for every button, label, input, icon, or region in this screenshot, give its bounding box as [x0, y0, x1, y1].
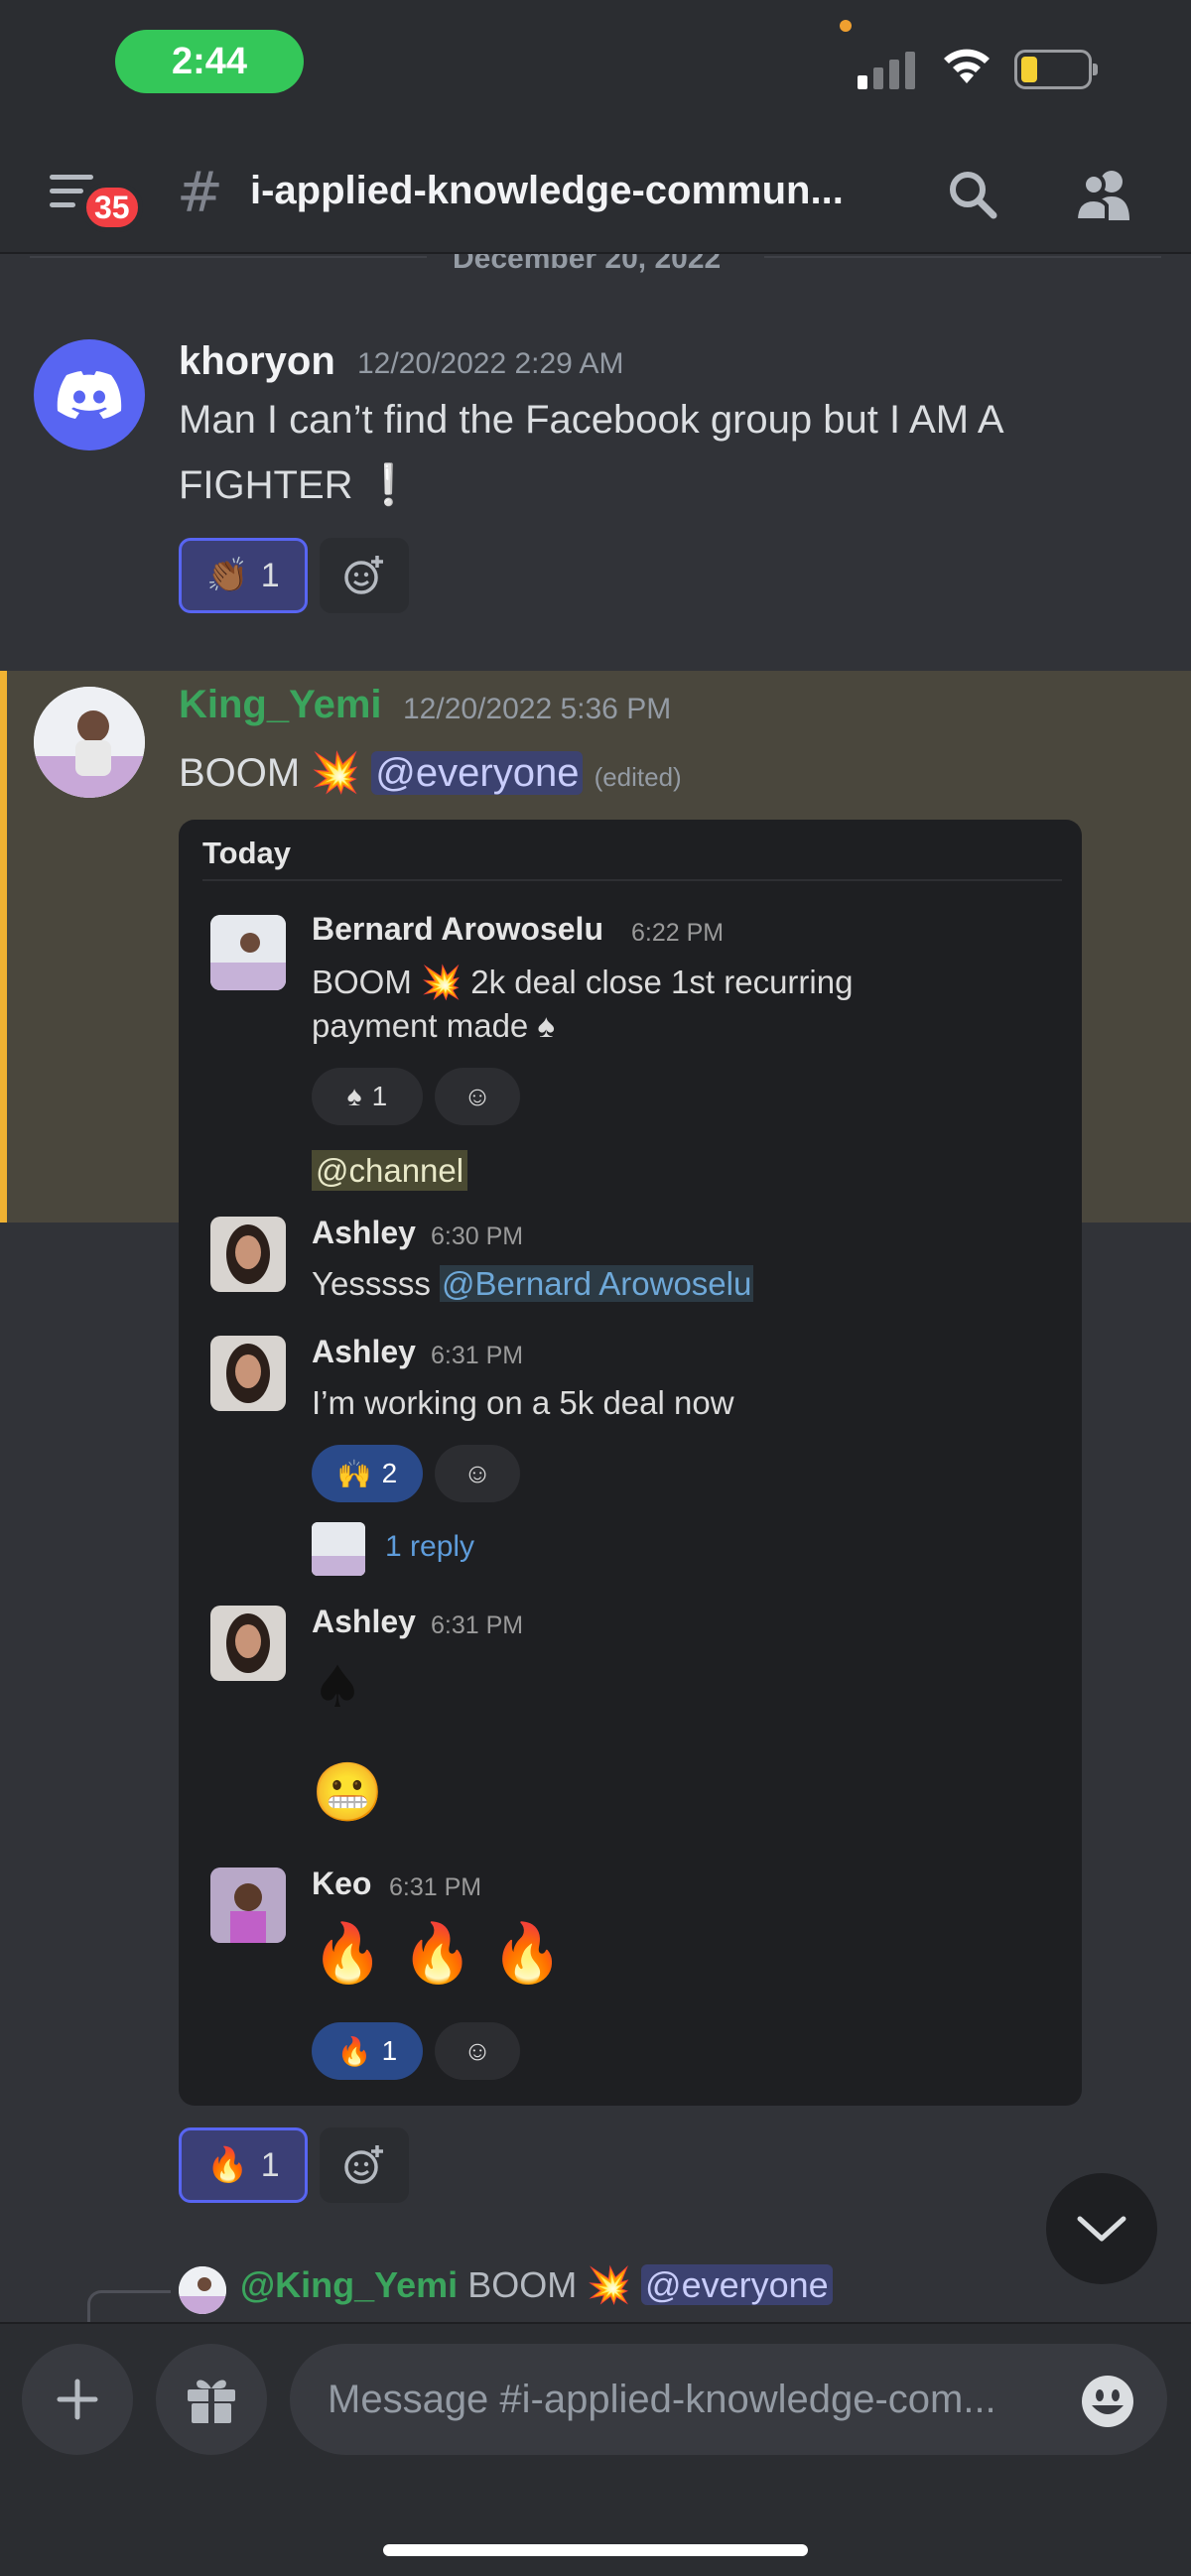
channel-header: 35 # i-applied-knowledge-commun... [0, 139, 1191, 254]
wifi-icon [944, 49, 990, 83]
embed-username: Ashley [312, 1604, 416, 1639]
embed-reaction-count: 1 [381, 2035, 398, 2066]
embed-username: Keo [312, 1866, 372, 1901]
embed-avatar [210, 1336, 286, 1411]
avatar[interactable] [34, 687, 145, 798]
message-text: BOOM 💥 @everyone (edited) [179, 740, 682, 810]
notification-badge: 35 [81, 183, 143, 232]
channel-title[interactable]: i-applied-knowledge-commun... [250, 169, 844, 213]
embed-username: Ashley [312, 1215, 416, 1250]
message-body: BOOM 💥 [179, 751, 361, 795]
plus-icon [57, 2379, 98, 2420]
embed-timestamp: 6:31 PM [431, 1611, 524, 1639]
user-photo [34, 687, 145, 798]
embed-divider [202, 879, 1062, 881]
embed-user-mention: @Bernard Arowoselu [440, 1265, 754, 1302]
embed-body: Yesssss [312, 1265, 431, 1302]
embed-reaction: ♠ 1 [312, 1068, 423, 1125]
attach-button[interactable] [22, 2344, 133, 2455]
embed-username: Bernard Arowoselu [312, 911, 603, 947]
embed-text: payment made ♠ [312, 1007, 555, 1044]
everyone-mention[interactable]: @everyone [371, 751, 584, 795]
reaction-clap[interactable]: 👏🏾 1 [179, 538, 308, 613]
members-icon[interactable] [1072, 167, 1135, 222]
embed-reply-avatar [312, 1522, 365, 1576]
clap-emoji-icon: 👏🏾 [206, 557, 249, 594]
embed-username: Ashley [312, 1334, 416, 1369]
embed-timestamp: 6:31 PM [389, 1873, 482, 1901]
add-reaction-button[interactable] [320, 538, 409, 613]
embed-avatar [210, 1868, 286, 1943]
reaction-fire[interactable]: 🔥 1 [179, 2127, 308, 2203]
channel-mention: @channel [312, 1150, 468, 1191]
date-divider: December 20, 2022 [0, 254, 1191, 278]
discord-logo-icon [57, 371, 122, 419]
message-text: Man I can’t find the Facebook group but … [179, 398, 1004, 442]
spade-emoji-icon: ♠ [312, 1653, 363, 1721]
fire-emoji-icon: 🔥 [206, 2146, 249, 2184]
embed-avatar [210, 1606, 286, 1681]
embed-reaction-count: 2 [381, 1458, 398, 1488]
embed-timestamp: 6:31 PM [431, 1342, 524, 1369]
message-timestamp: 12/20/2022 2:29 AM [357, 347, 624, 380]
add-reaction-icon [344, 2145, 383, 2184]
cellular-signal-icon [858, 48, 915, 89]
battery-icon [1014, 50, 1098, 89]
reply-text: BOOM 💥 [467, 2264, 632, 2305]
embed-add-reaction-icon: ☺ [435, 1445, 520, 1502]
edited-label: (edited) [594, 762, 682, 792]
reply-content: @King_Yemi BOOM 💥 @everyone [240, 2264, 833, 2306]
embed-reaction: 🔥 1 [312, 2022, 423, 2080]
status-bar: 2:44 [0, 0, 1191, 139]
grimace-emoji-icon: 😬 [312, 1758, 384, 1826]
embed-text: I’m working on a 5k deal now [312, 1384, 734, 1421]
embed-add-reaction-icon: ☺ [435, 1068, 520, 1125]
add-reaction-icon [344, 556, 383, 594]
embed-text: Yesssss @Bernard Arowoselu [312, 1262, 754, 1306]
embed-timestamp: 6:30 PM [431, 1223, 524, 1250]
chevron-down-icon [1077, 2216, 1126, 2242]
gift-icon [188, 2380, 235, 2423]
fire-emoji-icon: 🔥 [336, 2035, 372, 2067]
embed-date-header: Today [202, 836, 291, 870]
embed-reaction-count: 1 [371, 1081, 388, 1111]
message-composer [0, 2322, 1191, 2576]
hashtag-icon: # [177, 161, 223, 225]
message-text: FIGHTER ❕ [179, 463, 414, 507]
embed-avatar [210, 1217, 286, 1292]
spade-emoji-icon: ♠ [346, 1081, 362, 1111]
avatar[interactable] [34, 339, 145, 451]
raised-hands-emoji-icon: 🙌 [336, 1458, 372, 1489]
reaction-count: 1 [260, 2145, 280, 2184]
search-icon[interactable] [945, 167, 1000, 222]
message-username[interactable]: King_Yemi [179, 683, 382, 727]
reply-preview[interactable]: @King_Yemi BOOM 💥 @everyone [0, 2243, 1191, 2330]
reply-mention: @everyone [641, 2264, 833, 2305]
embed-reply-link: 1 reply [385, 1530, 475, 1563]
message-input[interactable] [290, 2344, 1167, 2455]
status-time: 2:44 [115, 30, 304, 93]
reply-username: @King_Yemi [240, 2264, 459, 2305]
gift-button[interactable] [156, 2344, 267, 2455]
add-reaction-button[interactable] [320, 2127, 409, 2203]
emoji-picker-icon[interactable] [1080, 2374, 1135, 2429]
attached-screenshot[interactable]: Today Bernard Arowoselu 6:22 PM BOOM 💥 2… [179, 820, 1082, 2106]
camera-indicator-icon [840, 20, 852, 32]
embed-timestamp: 6:22 PM [631, 919, 725, 947]
message-timestamp: 12/20/2022 5:36 PM [403, 693, 672, 725]
reaction-count: 1 [260, 556, 280, 594]
embed-reaction: 🙌 2 [312, 1445, 423, 1502]
embed-channel-mention: @channel [312, 1149, 468, 1193]
reply-avatar [179, 2266, 226, 2314]
date-divider-text: December 20, 2022 [453, 254, 722, 275]
fire-emoji-icon: 🔥 🔥 🔥 [312, 1919, 564, 1987]
home-indicator [383, 2544, 808, 2556]
embed-add-reaction-icon: ☺ [435, 2022, 520, 2080]
embed-avatar [210, 915, 286, 990]
jump-to-present-button[interactable] [1046, 2173, 1157, 2284]
message-username[interactable]: khoryon [179, 339, 335, 384]
embed-text: BOOM 💥 2k deal close 1st recurring [312, 964, 854, 1000]
